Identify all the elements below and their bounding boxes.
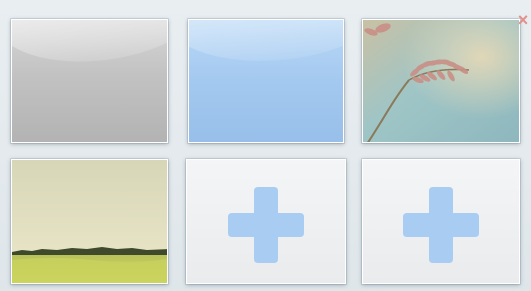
grass-field-photo-tile[interactable] [11, 159, 168, 284]
remove-icon[interactable]: × [516, 11, 530, 29]
plus-icon [403, 186, 479, 263]
add-wallpaper-tile[interactable] [362, 159, 520, 284]
add-wallpaper-tile[interactable] [186, 159, 346, 284]
blue-swatch-tile[interactable] [188, 19, 344, 143]
dandelion-photo [363, 20, 519, 142]
wallpaper-grid: × [0, 0, 531, 291]
grass-field-photo [12, 160, 167, 283]
dandelion-photo-tile[interactable] [362, 19, 520, 143]
plus-icon [228, 186, 304, 263]
gray-swatch-tile[interactable] [11, 19, 168, 143]
